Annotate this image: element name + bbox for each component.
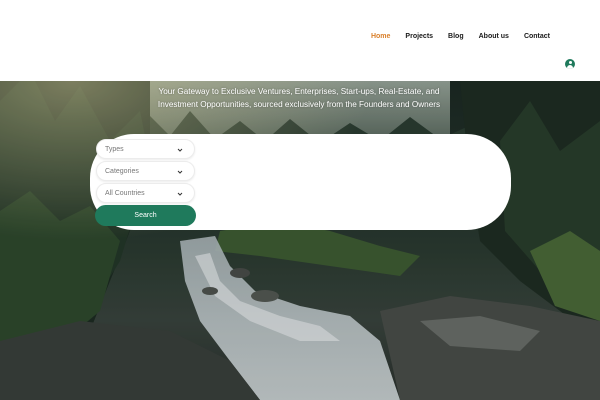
user-icon-body (567, 65, 573, 69)
chevron-down-icon (177, 192, 183, 196)
user-icon-head (568, 61, 572, 64)
nav-projects[interactable]: Projects (405, 33, 433, 40)
user-icon[interactable] (565, 59, 575, 69)
chevron-down-icon (177, 148, 183, 152)
countries-select[interactable]: All Countries (96, 183, 195, 203)
hero-background-image (0, 81, 600, 400)
chevron-down-icon (177, 170, 183, 174)
search-button[interactable]: Search (95, 205, 196, 226)
tagline-line-1: Your Gateway to Exclusive Ventures, Ente… (158, 87, 440, 96)
categories-select[interactable]: Categories (96, 161, 195, 181)
nav-home[interactable]: Home (371, 33, 390, 40)
nav-about-us[interactable]: About us (479, 33, 509, 40)
types-select-value: Types (105, 145, 124, 153)
types-select[interactable]: Types (96, 139, 195, 159)
hero-section (0, 81, 600, 400)
nav-contact[interactable]: Contact (524, 33, 550, 40)
countries-select-value: All Countries (105, 189, 145, 197)
hero-tagline: Your Gateway to Exclusive Ventures, Ente… (148, 86, 450, 111)
site-header: Home Projects Blog About us Contact (0, 0, 600, 81)
categories-select-value: Categories (105, 167, 139, 175)
tagline-line-2: Investment Opportunities, sourced exclus… (157, 99, 441, 109)
main-nav: Home Projects Blog About us Contact (356, 33, 550, 40)
nav-blog[interactable]: Blog (448, 33, 464, 40)
